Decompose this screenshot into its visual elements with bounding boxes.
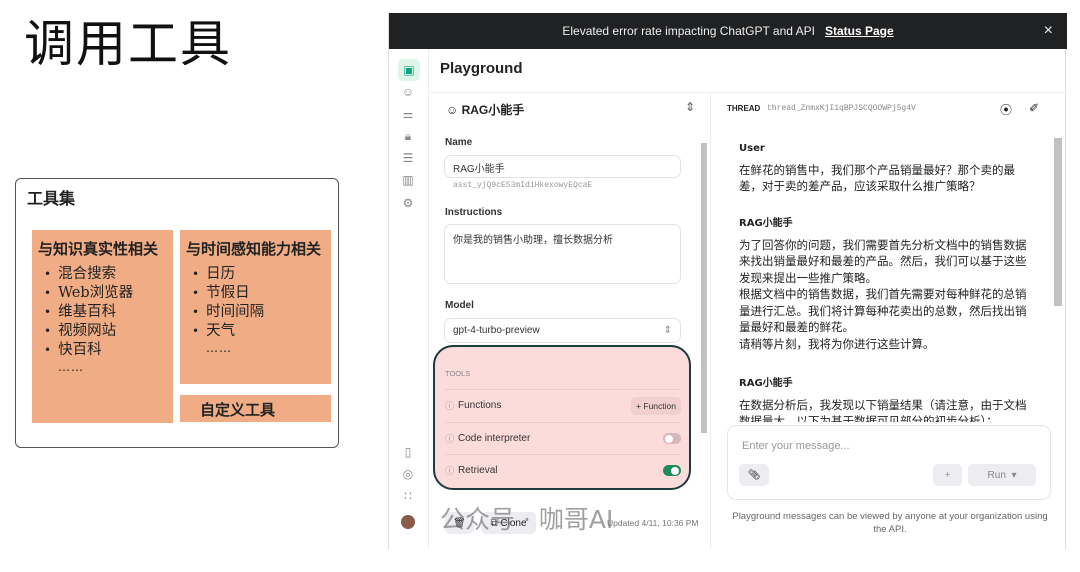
instructions-textarea[interactable]: 你是我的销售小助理，擅长数据分析 [444,224,681,284]
tools-section: TOOLS ⓘ Functions + Function ⓘ Code interpr… [433,345,691,490]
tool-item: 视频网站 [44,322,173,341]
name-input[interactable]: RAG小能手 [444,155,681,178]
chevron-updown-icon: ⇕ [663,325,672,336]
message-text: 为了回答你的问题，我们需要首先分析文档中的销售数据来找出销量最好和最差的产品。然… [739,237,1027,351]
model-select[interactable]: gpt-4-turbo-preview ⇕ [444,318,681,343]
run-label: Run [987,469,1006,481]
chevron-updown-icon[interactable]: ⇕ [685,100,695,114]
tool-retrieval: ⓘ Retrieval [445,454,681,486]
tool-item: 天气 [192,322,331,341]
scrollbar[interactable] [1054,138,1062,306]
chart-icon[interactable]: ▥ [399,171,417,189]
toolset-title: 工具集 [27,189,76,208]
tool-item: Web浏览器 [44,284,173,303]
tool-name: Retrieval [458,465,498,476]
add-function-button[interactable]: + Function [631,396,681,415]
message-text: 在鲜花的销售中，我们那个产品销量最好？那个卖的最差，对于卖的差产品，应该采取什么… [739,162,1015,194]
more-ellipsis: …… [58,360,84,374]
message-author: User [739,143,765,154]
database-icon[interactable]: ☰ [399,149,417,167]
tool-item: 维基百科 [44,303,173,322]
message-author: RAG小能手 [739,378,793,389]
instructions-label: Instructions [445,207,503,218]
toolset-box: 工具集 与知识真实性相关 混合搜索 Web浏览器 维基百科 视频网站 快百科 …… [15,178,339,448]
message: RAG小能手在数据分析后，我发现以下销量结果（请注意，由于文档数据量大，以下为基… [739,376,1029,422]
info-icon: ⓘ [445,434,455,444]
thread-id: thread_ZnmxKjI1qBPJSCQOOWPj5g4V [767,104,916,113]
help-icon[interactable]: ◎ [399,465,417,483]
thread-label: THREAD [727,104,761,113]
more-ellipsis: …… [206,341,232,355]
watermark: 公众号 · 咖哥AI [440,505,614,534]
tool-code-interpreter: ⓘ Code interpreter [445,422,681,454]
scrollbar[interactable] [701,143,707,433]
message: User 在鲜花的销售中，我们那个产品销量最好？那个卖的最差，对于卖的差产品，应该… [739,141,1029,195]
playground-window: Elevated error rate impacting ChatGPT an… [388,13,1067,549]
tool-item: 日历 [192,265,331,284]
banner-text: Elevated error rate impacting ChatGPT an… [562,24,815,38]
record-icon[interactable]: ⦿ [1000,101,1012,118]
close-icon[interactable]: × [1044,22,1053,40]
tools-label: TOOLS [445,369,471,378]
assistant-icon[interactable]: ☺ [399,83,417,101]
tool-item: 混合搜索 [44,265,173,284]
page-title: Playground [440,60,523,77]
add-message-button[interactable]: + [933,464,962,486]
run-button[interactable]: Run ▾ [968,464,1036,486]
tool-item: 快百科 [44,341,173,360]
footer-note: Playground messages can be viewed by any… [732,511,1048,535]
message-text: 在数据分析后，我发现以下销量结果（请注意，由于文档数据量大，以下为基于数据可见部… [739,397,1027,423]
tool-name: Functions [458,400,502,411]
info-icon: ⓘ [445,401,455,411]
sliders-icon[interactable]: ⚌ [399,105,417,123]
message-author: RAG小能手 [739,218,793,229]
model-value: gpt-4-turbo-preview [453,325,540,336]
assistant-name: RAG小能手 [461,103,525,117]
knowledge-heading: 与知识真实性相关 [38,240,159,258]
time-heading: 与时间感知能力相关 [186,240,322,258]
gear-icon[interactable]: ⚙ [399,194,417,212]
docs-icon[interactable]: ▯ [399,443,417,461]
code-interpreter-toggle[interactable] [663,433,681,444]
terminal-icon[interactable]: ▣ [398,59,420,81]
slide-title: 调用工具 [24,15,232,73]
tool-item: 节假日 [192,284,331,303]
name-label: Name [445,137,473,148]
tool-functions: ⓘ Functions + Function [445,389,681,421]
tool-item: 时间间隔 [192,303,331,322]
message-composer: Enter your message... 📎︎ + Run ▾ [727,425,1051,500]
retrieval-toggle[interactable] [663,465,681,476]
tool-name: Code interpreter [458,433,531,444]
assistant-selector[interactable]: ☺ RAG小能手 [446,101,524,118]
attach-icon[interactable]: 📎︎ [739,464,769,486]
status-page-link[interactable]: Status Page [825,24,894,38]
clear-icon[interactable]: ✐ [1029,101,1039,115]
avatar[interactable] [401,515,415,529]
status-banner: Elevated error rate impacting ChatGPT an… [389,13,1067,49]
thread-panel: THREAD thread_ZnmxKjI1qBPJSCQOOWPj5g4V ⦿… [711,93,1067,549]
custom-tools: 自定义工具 [180,395,331,422]
lock-icon[interactable]: 🔒︎ [399,127,417,145]
model-label: Model [445,300,474,311]
apps-icon[interactable]: ∷ [399,487,417,505]
sidebar: ▣ ☺ ⚌ 🔒︎ ☰ ▥ ⚙ ▯ ◎ ∷ [389,49,429,549]
updated-time: Updated 4/11, 10:36 PM [607,518,699,528]
time-tools: 与时间感知能力相关 日历 节假日 时间间隔 天气 …… [180,230,331,384]
info-icon: ⓘ [445,466,455,476]
assistant-id: asst_yjQ9cE53mId1HkexowyEQcaE [453,181,593,190]
knowledge-tools: 与知识真实性相关 混合搜索 Web浏览器 维基百科 视频网站 快百科 …… [32,230,173,423]
message-input[interactable]: Enter your message... [742,440,850,452]
message: RAG小能手为了回答你的问题，我们需要首先分析文档中的销售数据来找出销量最好和最… [739,216,1029,352]
